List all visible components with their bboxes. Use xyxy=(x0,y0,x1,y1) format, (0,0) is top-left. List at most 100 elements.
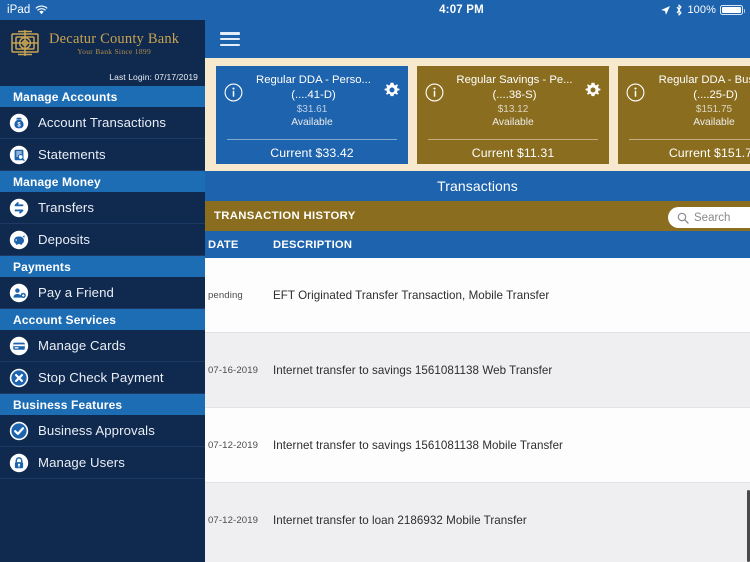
account-available-label: Available xyxy=(492,116,534,128)
card-divider xyxy=(428,138,598,140)
transaction-history-bar: TRANSACTION HISTORY Search xyxy=(205,201,750,231)
accounts-carousel[interactable]: Regular DDA - Perso... (....41-D) $31.61… xyxy=(205,58,750,171)
last-login-text: Last Login: 07/17/2019 xyxy=(109,72,198,82)
transaction-date: 07-12-2019 xyxy=(208,439,259,451)
sidebar-item-pay-a-friend[interactable]: Pay a Friend xyxy=(0,277,205,309)
table-row[interactable]: pending EFT Originated Transfer Transact… xyxy=(205,258,750,332)
sidebar-item-stop-check-payment[interactable]: Stop Check Payment xyxy=(0,362,205,394)
transaction-description: Internet transfer to savings 1561081138 … xyxy=(273,363,553,377)
info-circle-icon[interactable] xyxy=(626,83,645,102)
battery-percent: 100% xyxy=(687,4,716,16)
sidebar-item-manage-users[interactable]: Manage Users xyxy=(0,447,205,479)
lock-icon xyxy=(9,453,29,472)
bluetooth-icon xyxy=(676,4,683,16)
sidebar-item-label: Account Transactions xyxy=(38,115,167,130)
search-input[interactable]: Search xyxy=(668,207,750,228)
transaction-date: pending xyxy=(208,289,243,301)
account-card[interactable]: Regular DDA - Perso... (....41-D) $31.61… xyxy=(216,65,408,164)
transaction-description: Internet transfer to loan 2186932 Mobile… xyxy=(273,513,527,527)
person-pay-icon xyxy=(9,283,29,302)
card-divider xyxy=(227,138,397,140)
sidebar-item-label: Deposits xyxy=(38,232,91,247)
column-header-date: DATE xyxy=(208,238,239,251)
table-row[interactable]: 07-12-2019 Internet transfer to loan 218… xyxy=(205,483,750,557)
account-available-amount: $151.75 xyxy=(695,103,733,115)
account-card[interactable]: Regular DDA - Busin... (....25-D) $151.7… xyxy=(618,65,750,164)
account-current-balance: Current $33.42 xyxy=(270,145,354,160)
bank-name: Decatur County Bank xyxy=(49,30,180,47)
info-circle-icon[interactable] xyxy=(425,83,444,102)
sidebar-item-label: Transfers xyxy=(38,200,95,215)
location-arrow-icon xyxy=(661,5,671,15)
sidebar-item-deposits[interactable]: Deposits xyxy=(0,224,205,256)
bank-emblem-icon xyxy=(11,30,39,56)
column-header-description: DESCRIPTION xyxy=(273,238,353,251)
check-circle-icon xyxy=(9,421,29,440)
sidebar-item-transfers[interactable]: Transfers xyxy=(0,192,205,224)
app-root: iPad Decatur County Bank Your Bank Since… xyxy=(0,0,750,562)
account-available-amount: $13.12 xyxy=(497,103,529,115)
sidebar-section-manage-accounts: Manage Accounts xyxy=(0,86,205,107)
transfer-arrows-icon xyxy=(9,198,29,217)
account-available-amount: $31.61 xyxy=(296,103,328,115)
money-bag-icon: $ xyxy=(9,113,29,132)
transaction-date: 07-12-2019 xyxy=(208,514,259,526)
sidebar-item-label: Pay a Friend xyxy=(38,285,114,300)
account-number: (....38-S) xyxy=(492,88,537,101)
table-row[interactable]: 07-12-2019 Internet transfer to savings … xyxy=(205,408,750,482)
account-available-label: Available xyxy=(291,116,333,128)
transaction-description: Internet transfer to savings 1561081138 … xyxy=(273,438,563,452)
account-available-label: Available xyxy=(693,116,735,128)
transaction-date: 07-16-2019 xyxy=(208,364,259,376)
table-row[interactable]: 07-16-2019 Internet transfer to savings … xyxy=(205,333,750,407)
status-bar-right: 4:07 PM 100% xyxy=(205,0,750,20)
sidebar-item-business-approvals[interactable]: Business Approvals xyxy=(0,415,205,447)
sidebar-item-label: Business Approvals xyxy=(38,423,155,438)
x-circle-icon xyxy=(9,368,29,387)
sidebar-section-account-services: Account Services xyxy=(0,309,205,330)
sidebar-item-label: Stop Check Payment xyxy=(38,370,164,385)
account-name: Regular DDA - Perso... xyxy=(256,73,371,86)
document-search-icon xyxy=(9,145,29,164)
sidebar-section-business-features: Business Features xyxy=(0,394,205,415)
wifi-icon xyxy=(36,5,48,15)
bank-tagline: Your Bank Since 1899 xyxy=(77,46,152,56)
card-divider xyxy=(629,138,750,140)
main-content: 4:07 PM 100% Regular DDA - Perso... (...… xyxy=(205,0,750,562)
search-icon xyxy=(677,212,689,224)
sidebar-item-manage-cards[interactable]: Manage Cards xyxy=(0,330,205,362)
brand-header: Decatur County Bank Your Bank Since 1899… xyxy=(0,20,205,86)
transaction-list: pending EFT Originated Transfer Transact… xyxy=(205,258,750,557)
search-placeholder: Search xyxy=(694,211,731,224)
piggy-bank-icon xyxy=(9,230,29,249)
sidebar-item-label: Manage Cards xyxy=(38,338,126,353)
info-circle-icon[interactable] xyxy=(224,83,243,102)
account-name: Regular DDA - Busin... xyxy=(658,73,750,86)
status-bar-left: iPad xyxy=(0,0,205,20)
account-number: (....25-D) xyxy=(693,88,738,101)
sidebar: iPad Decatur County Bank Your Bank Since… xyxy=(0,0,205,562)
page-title: Transactions xyxy=(437,178,518,194)
battery-full-icon xyxy=(720,5,745,15)
gear-icon[interactable] xyxy=(585,82,601,98)
navbar xyxy=(205,20,750,58)
sidebar-item-statements[interactable]: Statements xyxy=(0,139,205,171)
sidebar-section-payments: Payments xyxy=(0,256,205,277)
sidebar-item-account-transactions[interactable]: $ Account Transactions xyxy=(0,107,205,139)
account-number: (....41-D) xyxy=(291,88,336,101)
sidebar-section-manage-money: Manage Money xyxy=(0,171,205,192)
gear-icon[interactable] xyxy=(384,82,400,98)
account-name: Regular Savings - Pe... xyxy=(456,73,573,86)
sidebar-item-label: Statements xyxy=(38,147,106,162)
credit-card-icon xyxy=(9,336,29,355)
transaction-history-label: TRANSACTION HISTORY xyxy=(214,210,356,222)
sidebar-item-label: Manage Users xyxy=(38,455,125,470)
device-label: iPad xyxy=(7,4,31,16)
page-title-bar: Transactions xyxy=(205,171,750,201)
account-current-balance: Current $151.75 xyxy=(668,145,750,160)
account-card[interactable]: Regular Savings - Pe... (....38-S) $13.1… xyxy=(417,65,609,164)
table-column-headers: DATE DESCRIPTION xyxy=(205,231,750,258)
account-current-balance: Current $11.31 xyxy=(471,145,555,160)
transaction-description: EFT Originated Transfer Transaction, Mob… xyxy=(273,288,550,302)
hamburger-menu-icon[interactable] xyxy=(220,32,240,46)
